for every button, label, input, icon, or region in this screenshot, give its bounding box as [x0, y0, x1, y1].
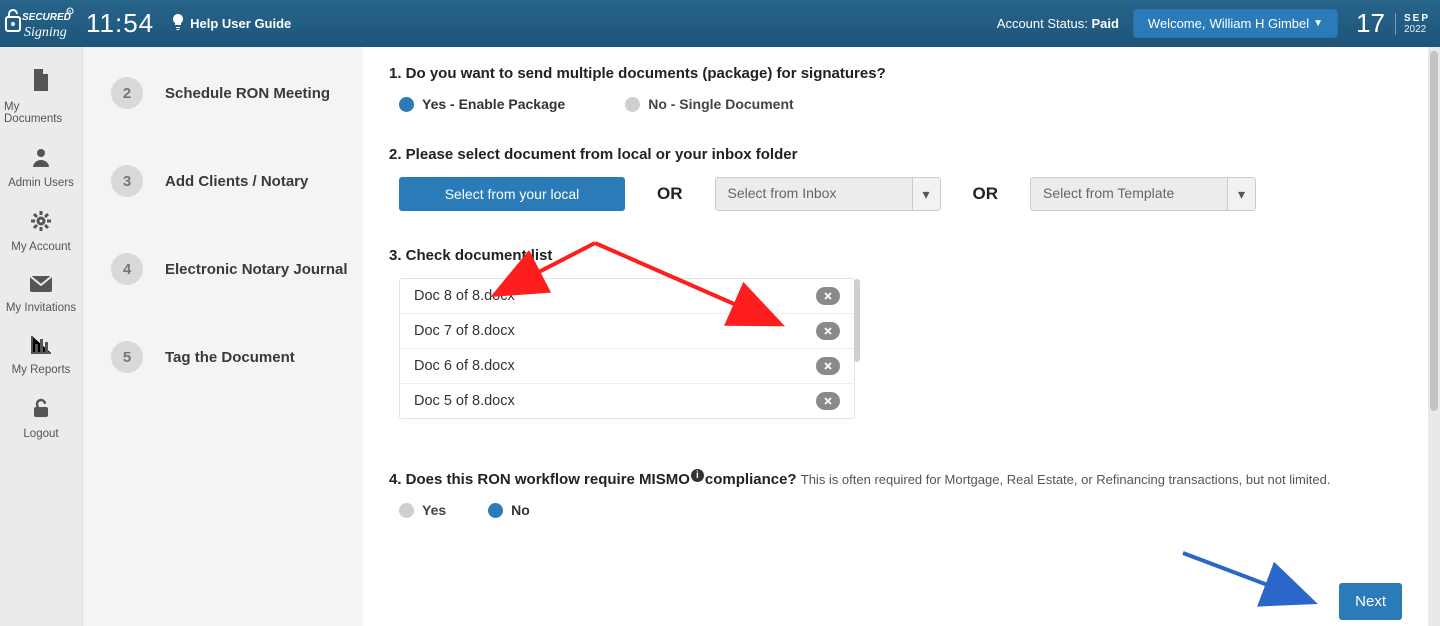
wizard-form: 1. Do you want to send multiple document… — [363, 47, 1428, 626]
next-button[interactable]: Next — [1339, 583, 1402, 620]
nav-item-my-invitations[interactable]: My Invitations — [0, 265, 82, 326]
question-3-text: 3. Check document list — [389, 247, 552, 264]
wizard-step-label: Add Clients / Notary — [165, 173, 308, 190]
gear-icon — [31, 211, 51, 237]
nav-item-label: My Documents — [4, 101, 78, 125]
mail-icon — [30, 275, 52, 298]
question-1: 1. Do you want to send multiple document… — [389, 65, 1402, 112]
logo-text-bottom: Signing — [24, 25, 67, 40]
wizard-step-number: 3 — [111, 165, 143, 197]
select-from-template-dropdown[interactable]: Select from Template ▾ — [1030, 177, 1256, 211]
radio-dot-icon — [399, 97, 414, 112]
radio-dot-icon — [399, 503, 414, 518]
chart-icon — [31, 336, 51, 360]
header-date-month: SEP — [1404, 13, 1430, 24]
nav-item-my-reports[interactable]: My Reports — [0, 326, 82, 388]
radio-dot-icon — [488, 503, 503, 518]
nav-item-my-documents[interactable]: My Documents — [0, 59, 82, 137]
header-date: 17 SEP 2022 — [1356, 8, 1430, 39]
wizard-step-label: Electronic Notary Journal — [165, 261, 348, 278]
q1-option-no[interactable]: No - Single Document — [625, 96, 793, 112]
question-1-text: 1. Do you want to send multiple document… — [389, 65, 1402, 82]
question-4-text: 4. Does this RON workflow require MISMOi… — [389, 469, 1402, 488]
document-list: Doc 8 of 8.docx Doc 7 of 8.docx Doc 6 of… — [399, 278, 855, 419]
scrollbar-thumb[interactable] — [1430, 51, 1438, 411]
account-status: Account Status: Paid — [997, 16, 1119, 31]
document-name: Doc 8 of 8.docx — [414, 288, 515, 304]
svg-text:R: R — [67, 10, 71, 15]
left-nav: My Documents Admin Users My Account My I… — [0, 47, 83, 626]
logo-text-top: SECURED — [22, 12, 71, 23]
remove-document-button[interactable] — [816, 357, 840, 375]
document-list-row: Doc 6 of 8.docx — [400, 349, 854, 384]
wizard-step-3[interactable]: 3 Add Clients / Notary — [111, 165, 353, 197]
nav-item-label: Admin Users — [8, 177, 74, 189]
document-list-row: Doc 7 of 8.docx — [400, 314, 854, 349]
remove-document-button[interactable] — [816, 392, 840, 410]
question-3: 3. Check document list Doc 8 of 8.docx D… — [389, 247, 1402, 419]
nav-item-logout[interactable]: Logout — [0, 388, 82, 452]
wizard-step-label: Tag the Document — [165, 349, 295, 366]
wizard-step-number: 5 — [111, 341, 143, 373]
radio-dot-icon — [625, 97, 640, 112]
question-4-hint: This is often required for Mortgage, Rea… — [801, 472, 1331, 487]
nav-item-admin-users[interactable]: Admin Users — [0, 137, 82, 201]
document-list-row: Doc 8 of 8.docx — [400, 279, 854, 314]
q4-option-yes[interactable]: Yes — [399, 502, 446, 518]
q4-option-no-label: No — [511, 502, 530, 518]
document-list-row: Doc 5 of 8.docx — [400, 384, 854, 418]
help-user-guide-label: Help User Guide — [190, 16, 291, 31]
info-icon[interactable]: i — [691, 469, 704, 482]
nav-item-label: Logout — [23, 428, 58, 440]
wizard-step-2[interactable]: 2 Schedule RON Meeting — [111, 77, 353, 109]
q1-option-yes-label: Yes - Enable Package — [422, 96, 565, 112]
caret-down-icon: ▼ — [1313, 18, 1323, 29]
wizard-step-number: 2 — [111, 77, 143, 109]
document-name: Doc 7 of 8.docx — [414, 323, 515, 339]
or-separator-1: OR — [657, 184, 683, 204]
select-from-inbox-dropdown[interactable]: Select from Inbox ▾ — [715, 177, 941, 211]
question-2: 2. Please select document from local or … — [389, 146, 1402, 211]
help-user-guide-link[interactable]: Help User Guide — [172, 14, 291, 33]
page-icon — [31, 69, 51, 97]
workspace: 2 Schedule RON Meeting 3 Add Clients / No… — [83, 47, 1440, 626]
header-date-year: 2022 — [1404, 24, 1430, 35]
unlock-icon — [31, 398, 51, 424]
or-separator-2: OR — [973, 184, 999, 204]
question-2-text: 2. Please select document from local or … — [389, 146, 1402, 163]
select-from-inbox-placeholder: Select from Inbox — [716, 178, 912, 210]
question-4: 4. Does this RON workflow require MISMOi… — [389, 469, 1402, 518]
wizard-step-4[interactable]: 4 Electronic Notary Journal — [111, 253, 353, 285]
user-icon — [31, 147, 51, 173]
page-scrollbar[interactable] — [1428, 47, 1440, 626]
chevron-down-icon: ▾ — [1227, 178, 1255, 210]
select-from-template-placeholder: Select from Template — [1031, 178, 1227, 210]
app-logo[interactable]: SECURED Signing R — [0, 0, 82, 47]
wizard-steps: 2 Schedule RON Meeting 3 Add Clients / No… — [83, 47, 363, 626]
document-name: Doc 5 of 8.docx — [414, 393, 515, 409]
wizard-step-number: 4 — [111, 253, 143, 285]
lightbulb-icon — [172, 14, 184, 33]
q4-option-yes-label: Yes — [422, 502, 446, 518]
wizard-step-5[interactable]: 5 Tag the Document — [111, 341, 353, 373]
nav-item-label: My Reports — [12, 364, 71, 376]
remove-document-button[interactable] — [816, 287, 840, 305]
nav-item-my-account[interactable]: My Account — [0, 201, 82, 265]
select-from-local-button[interactable]: Select from your local — [399, 177, 625, 211]
top-bar: SECURED Signing R 11:54 Help User Guide … — [0, 0, 1440, 47]
wizard-step-label: Schedule RON Meeting — [165, 85, 330, 102]
remove-document-button[interactable] — [816, 322, 840, 340]
welcome-user-dropdown[interactable]: Welcome, William H Gimbel ▼ — [1133, 9, 1338, 38]
nav-item-label: My Account — [11, 241, 70, 253]
chevron-down-icon: ▾ — [912, 178, 940, 210]
q4-option-no[interactable]: No — [488, 502, 530, 518]
header-clock: 11:54 — [86, 8, 154, 39]
q1-option-no-label: No - Single Document — [648, 96, 793, 112]
header-date-day: 17 — [1356, 8, 1385, 39]
q1-option-yes[interactable]: Yes - Enable Package — [399, 96, 565, 112]
nav-item-label: My Invitations — [6, 302, 76, 314]
document-name: Doc 6 of 8.docx — [414, 358, 515, 374]
